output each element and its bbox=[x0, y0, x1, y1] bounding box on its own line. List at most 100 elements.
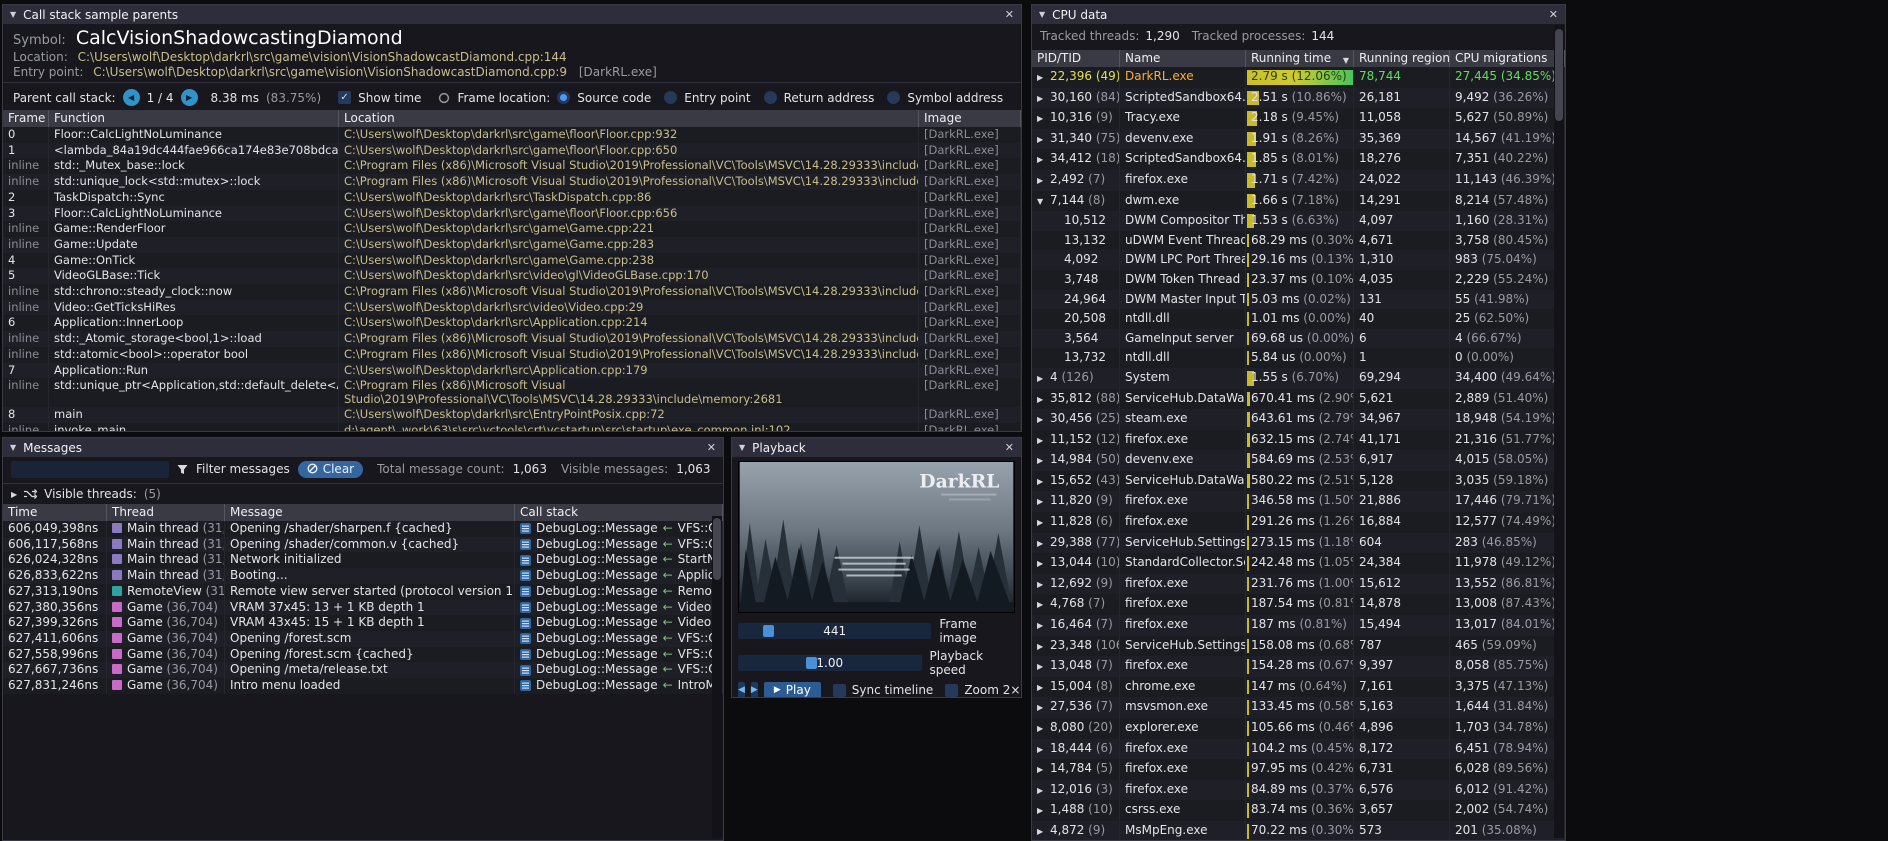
expand-row-icon[interactable]: ▶ bbox=[1037, 68, 1050, 88]
cpu-row[interactable]: ▶12,016 (3)firefox.exe84.89 ms (0.37%)6,… bbox=[1032, 780, 1565, 801]
column-header-image[interactable]: Image bbox=[919, 110, 1021, 127]
cpu-row[interactable]: ▶11,820 (9)firefox.exe346.58 ms (1.50%)2… bbox=[1032, 491, 1565, 512]
cpu-row[interactable]: ▶4,872 (9)MsMpEng.exe70.22 ms (0.30%)573… bbox=[1032, 821, 1565, 840]
callstack-frame-row[interactable]: inlinestd::unique_ptr<Application,std::d… bbox=[3, 378, 1021, 407]
expand-row-icon[interactable]: ▶ bbox=[1037, 130, 1050, 150]
cpu-row[interactable]: ▶18,444 (6)firefox.exe104.2 ms (0.45%)8,… bbox=[1032, 739, 1565, 760]
expand-row-icon[interactable]: ▶ bbox=[1037, 89, 1050, 109]
column-header-time[interactable]: Time bbox=[3, 504, 107, 521]
callstack-frame-row[interactable]: 8mainC:\Users\wolf\Desktop\darkrl\src\En… bbox=[3, 407, 1021, 423]
callstack-frame-row[interactable]: inlinestd::unique_lock<std::mutex>::lock… bbox=[3, 174, 1021, 190]
column-header-callstack[interactable]: Call stack bbox=[515, 504, 723, 521]
cpu-row[interactable]: 4,092DWM LPC Port Thread29.16 ms (0.13%)… bbox=[1032, 250, 1565, 270]
cpu-row[interactable]: ▶22,396 (49)DarkRL.exe2.79 s (12.06%)78,… bbox=[1032, 67, 1565, 88]
cpu-row[interactable]: ▶30,160 (84)ScriptedSandbox64.exe2.51 s … bbox=[1032, 88, 1565, 109]
collapse-row-icon[interactable]: ▼ bbox=[1037, 192, 1050, 212]
callstack-titlebar[interactable]: ▼ Call stack sample parents ✕ bbox=[3, 5, 1021, 24]
collapse-icon[interactable]: ▼ bbox=[10, 10, 16, 19]
frame-location-radio-return-address[interactable] bbox=[764, 91, 777, 104]
message-row[interactable]: 606,117,568nsMain thread (31,596)Opening… bbox=[3, 537, 723, 553]
callstack-frame-row[interactable]: inlineGame::UpdateC:\Users\wolf\Desktop\… bbox=[3, 237, 1021, 253]
clear-button[interactable]: Clear bbox=[298, 461, 363, 478]
expand-row-icon[interactable]: ▶ bbox=[1037, 822, 1050, 840]
cpu-row[interactable]: ▶4,768 (7)firefox.exe187.54 ms (0.81%)14… bbox=[1032, 594, 1565, 615]
expand-row-icon[interactable]: ▶ bbox=[1037, 109, 1050, 129]
cpu-row[interactable]: 13,732ntdll.dll5.84 us (0.00%)10 (0.00%) bbox=[1032, 348, 1565, 368]
cpu-row[interactable]: ▶10,316 (9)Tracy.exe2.18 s (9.45%)11,058… bbox=[1032, 108, 1565, 129]
cpu-row[interactable]: ▶23,348 (106)ServiceHub.SettingsHost158.… bbox=[1032, 636, 1565, 657]
message-row[interactable]: 627,558,996nsGame (36,704)Opening /fores… bbox=[3, 647, 723, 663]
expand-row-icon[interactable]: ▶ bbox=[1037, 781, 1050, 801]
expand-row-icon[interactable]: ▶ bbox=[1037, 740, 1050, 760]
messages-scrollbar-thumb[interactable] bbox=[713, 518, 721, 580]
column-header-message[interactable]: Message bbox=[225, 504, 515, 521]
column-header-location[interactable]: Location bbox=[339, 110, 919, 127]
cpu-row[interactable]: 3,564GameInput server69.68 us (0.00%)64 … bbox=[1032, 329, 1565, 349]
cpu-row[interactable]: ▶4 (126)System1.55 s (6.70%)69,29434,400… bbox=[1032, 368, 1565, 389]
visible-threads-expand-icon[interactable]: ▶ bbox=[11, 490, 17, 499]
sort-descending-icon[interactable]: ▼ bbox=[1343, 53, 1349, 67]
expand-row-icon[interactable]: ▶ bbox=[1037, 595, 1050, 615]
cpu-row[interactable]: ▶29,388 (77)ServiceHub.SettingsHost273.1… bbox=[1032, 533, 1565, 554]
frame-location-radio-symbol-address[interactable] bbox=[887, 91, 900, 104]
cpu-row[interactable]: ▶14,784 (5)firefox.exe97.95 ms (0.42%)6,… bbox=[1032, 759, 1565, 780]
expand-row-icon[interactable]: ▶ bbox=[1037, 431, 1050, 451]
callstack-frame-row[interactable]: 2TaskDispatch::SyncC:\Users\wolf\Desktop… bbox=[3, 190, 1021, 206]
cpu-row[interactable]: 10,512DWM Compositor Thread1.53 s (6.63%… bbox=[1032, 211, 1565, 231]
close-icon[interactable]: ✕ bbox=[1005, 8, 1014, 21]
column-header-running-regions[interactable]: Running regions bbox=[1354, 50, 1450, 67]
column-header-function[interactable]: Function bbox=[49, 110, 339, 127]
expand-row-icon[interactable]: ▶ bbox=[1037, 637, 1050, 657]
zoom-2x-checkbox[interactable] bbox=[945, 684, 958, 697]
expand-row-icon[interactable]: ▶ bbox=[1037, 760, 1050, 780]
callstack-frame-row[interactable]: inlineGame::RenderFloorC:\Users\wolf\Des… bbox=[3, 221, 1021, 237]
column-header-name[interactable]: Name bbox=[1120, 50, 1246, 67]
expand-row-icon[interactable]: ▶ bbox=[1037, 150, 1050, 170]
column-header-pid-tid[interactable]: PID/TID bbox=[1032, 50, 1120, 67]
expand-row-icon[interactable]: ▶ bbox=[1037, 410, 1050, 430]
cpu-row[interactable]: ▶13,044 (10)StandardCollector.Servic242.… bbox=[1032, 553, 1565, 574]
cpu-row[interactable]: ▶13,048 (7)firefox.exe154.28 ms (0.67%)9… bbox=[1032, 656, 1565, 677]
prev-callstack-button[interactable]: ◀ bbox=[123, 89, 140, 106]
expand-row-icon[interactable]: ▶ bbox=[1037, 657, 1050, 677]
expand-row-icon[interactable]: ▶ bbox=[1037, 534, 1050, 554]
message-row[interactable]: 627,411,606nsGame (36,704)Opening /fores… bbox=[3, 631, 723, 647]
callstack-frame-row[interactable]: inlinestd::_Atomic_storage<bool,1>::load… bbox=[3, 331, 1021, 347]
next-callstack-button[interactable]: ▶ bbox=[181, 89, 198, 106]
column-header-frame[interactable]: Frame bbox=[3, 110, 49, 127]
cpu-row[interactable]: ▶15,004 (8)chrome.exe147 ms (0.64%)7,161… bbox=[1032, 677, 1565, 698]
prev-frame-button[interactable]: ◀ bbox=[738, 682, 745, 699]
expand-row-icon[interactable]: ▶ bbox=[1037, 678, 1050, 698]
cpu-row[interactable]: ▶30,456 (25)steam.exe643.61 ms (2.79%)34… bbox=[1032, 409, 1565, 430]
play-button[interactable]: ▶ Play bbox=[764, 682, 821, 699]
message-row[interactable]: 626,024,328nsMain thread (31,596)Network… bbox=[3, 552, 723, 568]
cpu-scrollbar-thumb[interactable] bbox=[1555, 29, 1563, 121]
message-row[interactable]: 627,667,736nsGame (36,704)Opening /meta/… bbox=[3, 662, 723, 678]
cpu-row[interactable]: ▼7,144 (8)dwm.exe1.66 s (7.18%)14,2918,2… bbox=[1032, 191, 1565, 212]
cpu-row[interactable]: ▶11,828 (6)firefox.exe291.26 ms (1.26%)1… bbox=[1032, 512, 1565, 533]
column-header-cpu-migrations[interactable]: CPU migrations bbox=[1450, 50, 1565, 67]
message-row[interactable]: 627,831,246nsGame (36,704)Intro menu loa… bbox=[3, 678, 723, 694]
message-row[interactable]: 626,833,622nsMain thread (31,596)Booting… bbox=[3, 568, 723, 584]
expand-row-icon[interactable]: ▶ bbox=[1037, 554, 1050, 574]
collapse-icon[interactable]: ▼ bbox=[1039, 10, 1045, 19]
message-row[interactable]: 627,399,326nsGame (36,704)VRAM 43x45: 15… bbox=[3, 615, 723, 631]
frame-location-radio-entry-point[interactable] bbox=[664, 91, 677, 104]
messages-scrollbar[interactable] bbox=[712, 516, 722, 838]
close-icon[interactable]: ✕ bbox=[1549, 8, 1558, 21]
frame-image-slider[interactable]: 441 bbox=[738, 623, 931, 639]
callstack-frame-row[interactable]: 6Application::InnerLoopC:\Users\wolf\Des… bbox=[3, 315, 1021, 331]
message-row[interactable]: 606,049,398nsMain thread (31,596)Opening… bbox=[3, 521, 723, 537]
column-header-running-time[interactable]: Running time ▼ bbox=[1246, 50, 1354, 67]
expand-row-icon[interactable]: ▶ bbox=[1037, 451, 1050, 471]
callstack-frame-row[interactable]: inlineVideo::GetTicksHiResC:\Users\wolf\… bbox=[3, 300, 1021, 316]
callstack-frame-row[interactable]: inlineinvoke_maind:\agent\_work\63\s\src… bbox=[3, 423, 1021, 431]
sync-timeline-checkbox[interactable] bbox=[833, 684, 846, 697]
expand-row-icon[interactable]: ▶ bbox=[1037, 801, 1050, 821]
cpu-row[interactable]: ▶12,692 (9)firefox.exe231.76 ms (1.00%)1… bbox=[1032, 574, 1565, 595]
cpu-row[interactable]: ▶15,652 (43)ServiceHub.DataWarehou580.22… bbox=[1032, 471, 1565, 492]
callstack-frame-row[interactable]: 7Application::RunC:\Users\wolf\Desktop\d… bbox=[3, 363, 1021, 379]
cpu-row[interactable]: ▶27,536 (7)msvsmon.exe133.45 ms (0.58%)5… bbox=[1032, 697, 1565, 718]
cpu-row[interactable]: 24,964DWM Master Input Thread5.03 ms (0.… bbox=[1032, 290, 1565, 310]
expand-row-icon[interactable]: ▶ bbox=[1037, 616, 1050, 636]
